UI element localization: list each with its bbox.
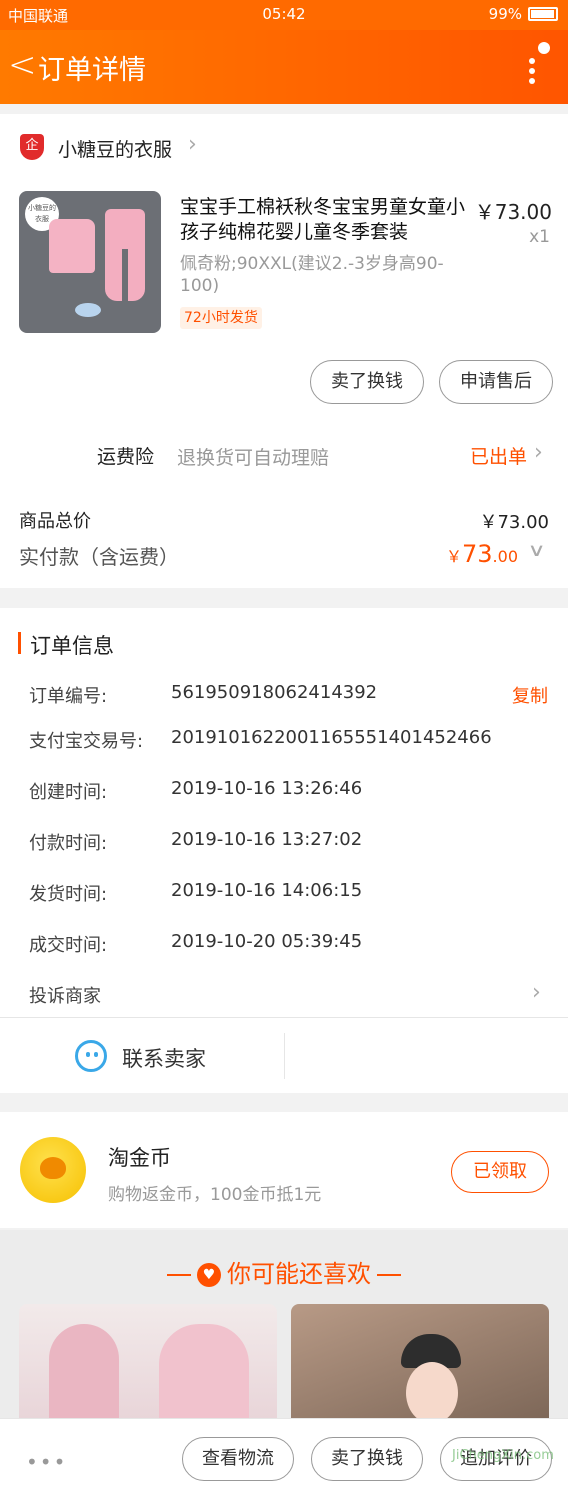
copy-button[interactable]: 复制: [512, 682, 548, 708]
alipay-trade-value: 2019101622001165551401452466: [171, 727, 492, 748]
product-sku: 佩奇粉;90XXL(建议2.-3岁身高90-100): [180, 254, 444, 296]
paid-amount-value: ￥73.00: [445, 540, 518, 568]
product-quantity: x1: [529, 227, 550, 247]
watermark: JiChengXin.com: [452, 1448, 554, 1463]
coin-description: 购物返金币，100金币抵1元: [108, 1185, 322, 1205]
chevron-down-icon[interactable]: ∨: [527, 540, 545, 561]
sell-for-cash-button[interactable]: 卖了换钱: [310, 360, 424, 404]
sell-for-cash-button[interactable]: 卖了换钱: [311, 1437, 423, 1481]
deal-time-label: 成交时间:: [29, 935, 108, 956]
shipping-badge: 72小时发货: [180, 307, 262, 329]
order-info-title: 订单信息: [30, 634, 114, 658]
coin-claimed-button[interactable]: 已领取: [451, 1151, 549, 1193]
battery-percent: 99%: [488, 5, 522, 23]
alipay-trade-label: 支付宝交易号:: [29, 731, 144, 752]
notification-dot-icon: [538, 42, 550, 54]
contact-seller-button[interactable]: 联系卖家: [122, 1043, 206, 1073]
order-number-label: 订单编号:: [29, 686, 108, 707]
complain-seller-link[interactable]: 投诉商家: [29, 982, 101, 1008]
chevron-right-icon[interactable]: ›: [188, 132, 197, 157]
shop-name[interactable]: 小糖豆的衣服: [58, 135, 172, 162]
divider: [0, 1017, 568, 1018]
paid-time-value: 2019-10-16 13:27:02: [171, 829, 363, 850]
shipped-time-label: 发货时间:: [29, 884, 108, 905]
created-time-value: 2019-10-16 13:26:46: [171, 778, 363, 799]
battery-icon: [528, 7, 558, 21]
view-logistics-button[interactable]: 查看物流: [182, 1437, 294, 1481]
product-image[interactable]: 小糖豆的衣服: [19, 191, 161, 333]
nav-bar: < 订单详情: [0, 30, 568, 104]
clock: 05:42: [262, 5, 306, 23]
shipping-insurance-label: 运费险: [97, 446, 155, 468]
product-price: ￥73.00: [474, 200, 552, 224]
section-accent-bar: [18, 632, 21, 654]
recommended-product-image[interactable]: [19, 1304, 277, 1424]
back-arrow-icon[interactable]: <: [8, 48, 37, 82]
heart-icon: ♥: [197, 1263, 221, 1287]
paid-time-label: 付款时间:: [29, 833, 108, 854]
shipping-insurance-desc: 退换货可自动理赔: [177, 447, 330, 469]
after-sale-button[interactable]: 申请售后: [439, 360, 553, 404]
more-actions-button[interactable]: •••: [26, 1450, 67, 1474]
divider: [284, 1033, 285, 1079]
gold-coin-icon: [20, 1137, 86, 1203]
product-title[interactable]: 宝宝手工棉袄秋冬宝宝男童女童小孩子纯棉花婴儿童冬季套装: [180, 195, 470, 245]
chevron-right-icon[interactable]: ›: [532, 980, 541, 1005]
chevron-right-icon[interactable]: ›: [534, 440, 543, 465]
paid-amount-label: 实付款（含运费）: [19, 545, 179, 569]
chat-face-icon[interactable]: [75, 1040, 107, 1072]
goods-total-label: 商品总价: [19, 511, 91, 532]
status-bar: 中国联通 05:42 99%: [0, 0, 568, 30]
shipped-time-value: 2019-10-16 14:06:15: [171, 880, 363, 901]
recommended-product-image[interactable]: [291, 1304, 549, 1424]
more-options-icon[interactable]: [522, 42, 550, 90]
order-number-value: 561950918062414392: [171, 682, 378, 703]
recommend-title: 你可能还喜欢: [227, 1260, 371, 1288]
goods-total-value: ￥73.00: [479, 512, 549, 533]
page-title: 订单详情: [38, 55, 146, 86]
shop-badge-icon: 企: [20, 134, 44, 160]
shipping-insurance-status[interactable]: 已出单: [470, 442, 527, 469]
recommend-header: ♥ 你可能还喜欢: [0, 1254, 568, 1289]
created-time-label: 创建时间:: [29, 782, 108, 803]
coin-title: 淘金币: [108, 1146, 171, 1170]
deal-time-value: 2019-10-20 05:39:45: [171, 931, 363, 952]
